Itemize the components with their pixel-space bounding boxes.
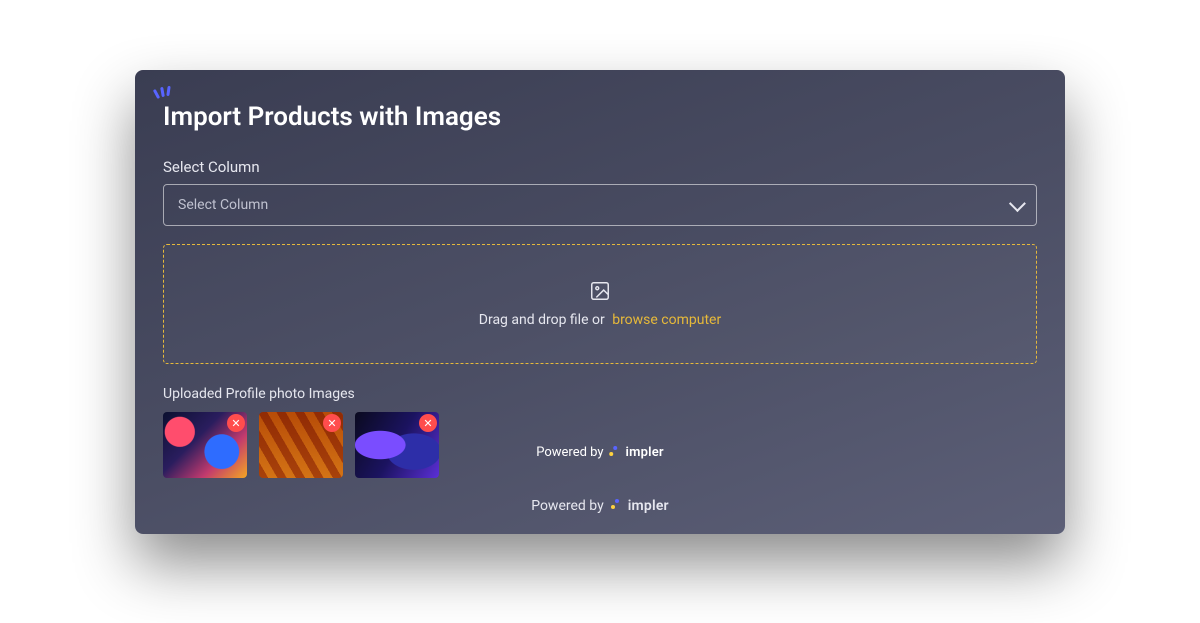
remove-image-button[interactable]: ✕ <box>227 414 245 432</box>
close-icon: ✕ <box>423 418 432 429</box>
dropzone-text: Drag and drop file or browse computer <box>479 312 721 328</box>
modal-title: Import Products with Images <box>163 102 1037 132</box>
remove-image-button[interactable]: ✕ <box>419 414 437 432</box>
uploads-row: ✕ ✕ ✕ Powered by impler <box>163 412 1037 478</box>
close-icon: ✕ <box>327 418 336 429</box>
select-column-dropdown[interactable]: Select Column <box>163 184 1037 226</box>
image-icon <box>589 280 611 302</box>
footer-prefix: Powered by <box>531 498 604 514</box>
uploaded-image-thumbnail[interactable]: ✕ <box>163 412 247 478</box>
uploads-section-label: Uploaded Profile photo Images <box>163 386 1037 402</box>
close-icon: ✕ <box>231 418 240 429</box>
uploaded-image-thumbnail[interactable]: ✕ <box>259 412 343 478</box>
chevron-down-icon <box>1009 195 1026 212</box>
footer-brand: impler <box>628 498 669 514</box>
accent-decoration <box>155 86 173 100</box>
remove-image-button[interactable]: ✕ <box>323 414 341 432</box>
browse-computer-link[interactable]: browse computer <box>612 312 721 328</box>
dropzone-instruction: Drag and drop file or <box>479 312 605 328</box>
uploaded-image-thumbnail[interactable]: ✕ <box>355 412 439 478</box>
select-placeholder: Select Column <box>178 197 268 213</box>
modal-footer: Powered by impler <box>163 498 1037 514</box>
select-column-label: Select Column <box>163 158 1037 176</box>
import-modal: Import Products with Images Select Colum… <box>135 70 1065 534</box>
file-dropzone[interactable]: Drag and drop file or browse computer <box>163 244 1037 364</box>
impler-logo-icon <box>611 499 621 513</box>
